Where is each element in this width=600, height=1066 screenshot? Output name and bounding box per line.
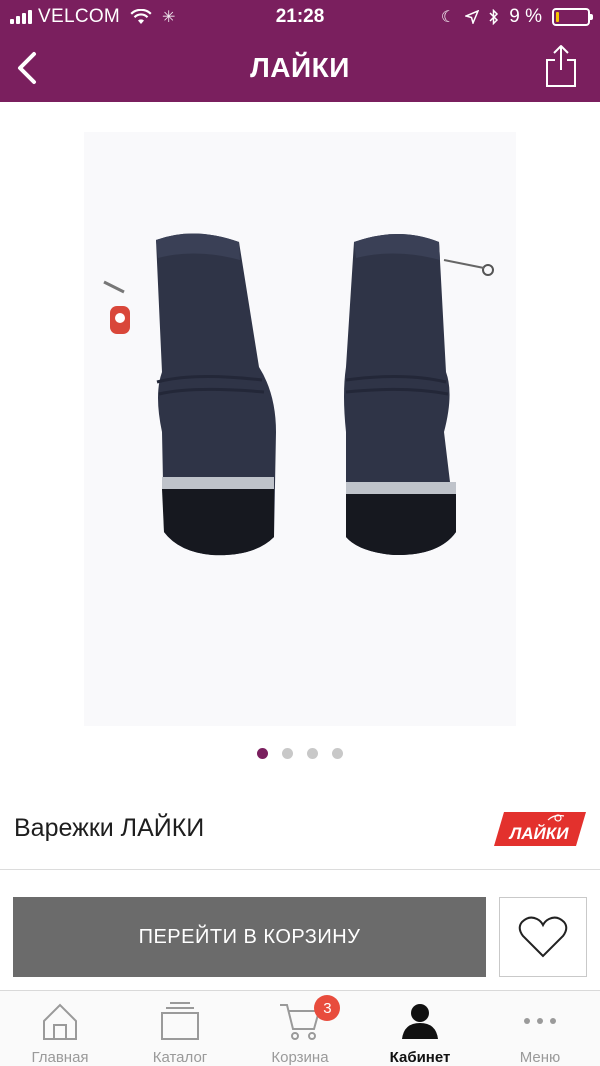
pagination-dot[interactable] (257, 748, 268, 759)
tab-label: Главная (31, 1049, 89, 1066)
bluetooth-icon (489, 9, 499, 25)
go-to-cart-button[interactable]: ПЕРЕЙТИ В КОРЗИНУ (13, 897, 486, 977)
pagination-dot[interactable] (332, 748, 343, 759)
tab-label: Кабинет (389, 1049, 451, 1066)
tab-bar: Главная Каталог 3 Корзина Кабинет Меню (0, 990, 600, 1066)
location-arrow-icon (465, 10, 480, 24)
product-header: Варежки ЛАЙКИ ЛАЙКИ (0, 790, 600, 870)
page-title: ЛАЙКИ (250, 52, 350, 83)
battery-icon (552, 8, 593, 26)
battery-percent: 9 % (509, 6, 542, 27)
home-icon (38, 999, 82, 1043)
pagination-dot[interactable] (307, 748, 318, 759)
tab-cart[interactable]: 3 Корзина (240, 991, 360, 1066)
mittens-image (103, 233, 494, 556)
tab-home[interactable]: Главная (0, 991, 120, 1066)
tab-label: Меню (519, 1049, 561, 1066)
tab-catalog[interactable]: Каталог (120, 991, 240, 1066)
right-mitten (344, 234, 494, 556)
user-icon (398, 999, 442, 1043)
cart-count-badge: 3 (314, 995, 341, 1021)
moon-icon: ☾ (440, 9, 456, 26)
brand-logo[interactable]: ЛАЙКИ (492, 808, 588, 850)
favorite-button[interactable] (499, 897, 587, 977)
more-icon (518, 999, 562, 1043)
brand-logo-text: ЛАЙКИ (508, 823, 570, 843)
status-right: ☾ 9 % (440, 6, 593, 28)
product-gallery[interactable] (0, 102, 600, 742)
tab-label: Корзина (271, 1049, 329, 1066)
back-chevron-icon[interactable] (10, 46, 46, 90)
product-title: Варежки ЛАЙКИ (14, 814, 205, 842)
tab-label: Каталог (152, 1049, 208, 1066)
product-photo[interactable] (84, 132, 516, 726)
share-icon[interactable] (542, 42, 580, 90)
catalog-icon (158, 999, 202, 1043)
tab-cabinet[interactable]: Кабинет (360, 991, 480, 1066)
left-mitten (103, 233, 276, 556)
pagination-dot[interactable] (282, 748, 293, 759)
navigation-bar: ЛАЙКИ (0, 34, 600, 102)
top-bar: VELCOM ✳ 21:28 ☾ 9 % ЛАЙКИ (0, 0, 600, 102)
status-bar: VELCOM ✳ 21:28 ☾ 9 % (0, 0, 600, 34)
heart-icon (518, 916, 568, 958)
gallery-pagination (0, 748, 600, 759)
tab-menu[interactable]: Меню (480, 991, 600, 1066)
